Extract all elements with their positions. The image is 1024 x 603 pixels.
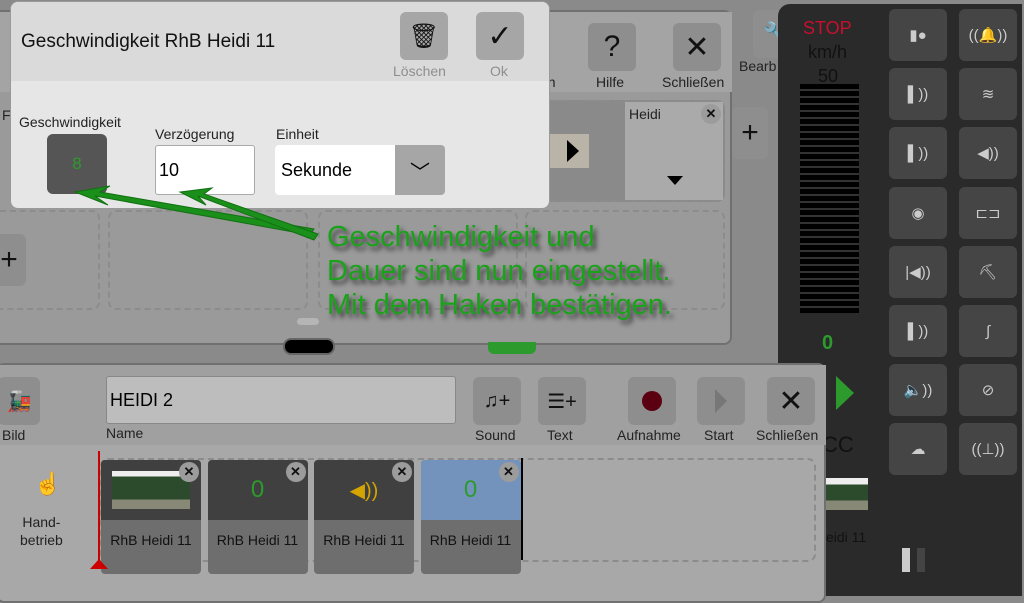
start-button[interactable] [697, 377, 745, 425]
image-label: Bild [2, 427, 26, 443]
clip-speed-value: 0 [463, 476, 478, 503]
clip-name: RhB Heidi 11 [110, 532, 192, 548]
playhead-triangle[interactable] [90, 559, 108, 569]
clip-name: RhB Heidi 11 [216, 532, 299, 548]
play-icon [715, 389, 727, 413]
start-label: Start [704, 427, 734, 443]
clip-speed-value: 0 [250, 476, 265, 503]
manual-label: Hand-betrieb [20, 514, 63, 548]
sound-label: Sound [475, 427, 516, 443]
text-label: Text [547, 427, 573, 443]
sequence-clip[interactable]: 0 ✕ RhB Heidi 11 [420, 460, 521, 574]
sequence-clip[interactable]: ◀)) ✕ RhB Heidi 11 [314, 460, 414, 574]
sequence-panel: 🚂 Bild Name ♫+ Sound ☰+ Text Aufnahme St… [0, 363, 826, 603]
record-button[interactable] [628, 377, 676, 425]
clip-name: RhB Heidi 11 [323, 532, 405, 548]
name-input[interactable] [106, 376, 456, 424]
loco-track-icon: 🚂 [6, 390, 32, 413]
record-label: Aufnahme [617, 427, 681, 443]
clip-name: RhB Heidi 11 [429, 532, 512, 548]
name-label: Name [106, 425, 144, 441]
loco-image [112, 471, 190, 509]
playhead[interactable] [98, 451, 100, 567]
remove-clip-button[interactable]: ✕ [179, 462, 199, 482]
close-sequence-button[interactable]: ✕ [767, 377, 815, 425]
end-marker [521, 458, 523, 560]
remove-clip-button[interactable]: ✕ [285, 462, 306, 482]
music-add-icon: ♫+ [483, 389, 511, 412]
hand-icon: ☝ [34, 471, 62, 496]
close-icon: ✕ [778, 384, 804, 418]
annotation-text: Geschwindigkeit und Dauer sind nun einges… [327, 221, 672, 321]
text-button[interactable]: ☰+ [538, 377, 586, 425]
sound-icon: ◀)) [349, 479, 379, 502]
sequence-clip[interactable]: ✕ RhB Heidi 11 [101, 460, 201, 574]
record-icon [642, 391, 662, 411]
text-add-icon: ☰+ [547, 390, 577, 413]
remove-clip-button[interactable]: ✕ [392, 462, 412, 482]
sequence-clip[interactable]: 0 ✕ RhB Heidi 11 [207, 460, 308, 574]
close-sequence-label: Schließen [756, 427, 819, 443]
image-button[interactable]: 🚂 [0, 377, 40, 425]
sound-button[interactable]: ♫+ [473, 377, 521, 425]
remove-clip-button[interactable]: ✕ [498, 462, 519, 482]
